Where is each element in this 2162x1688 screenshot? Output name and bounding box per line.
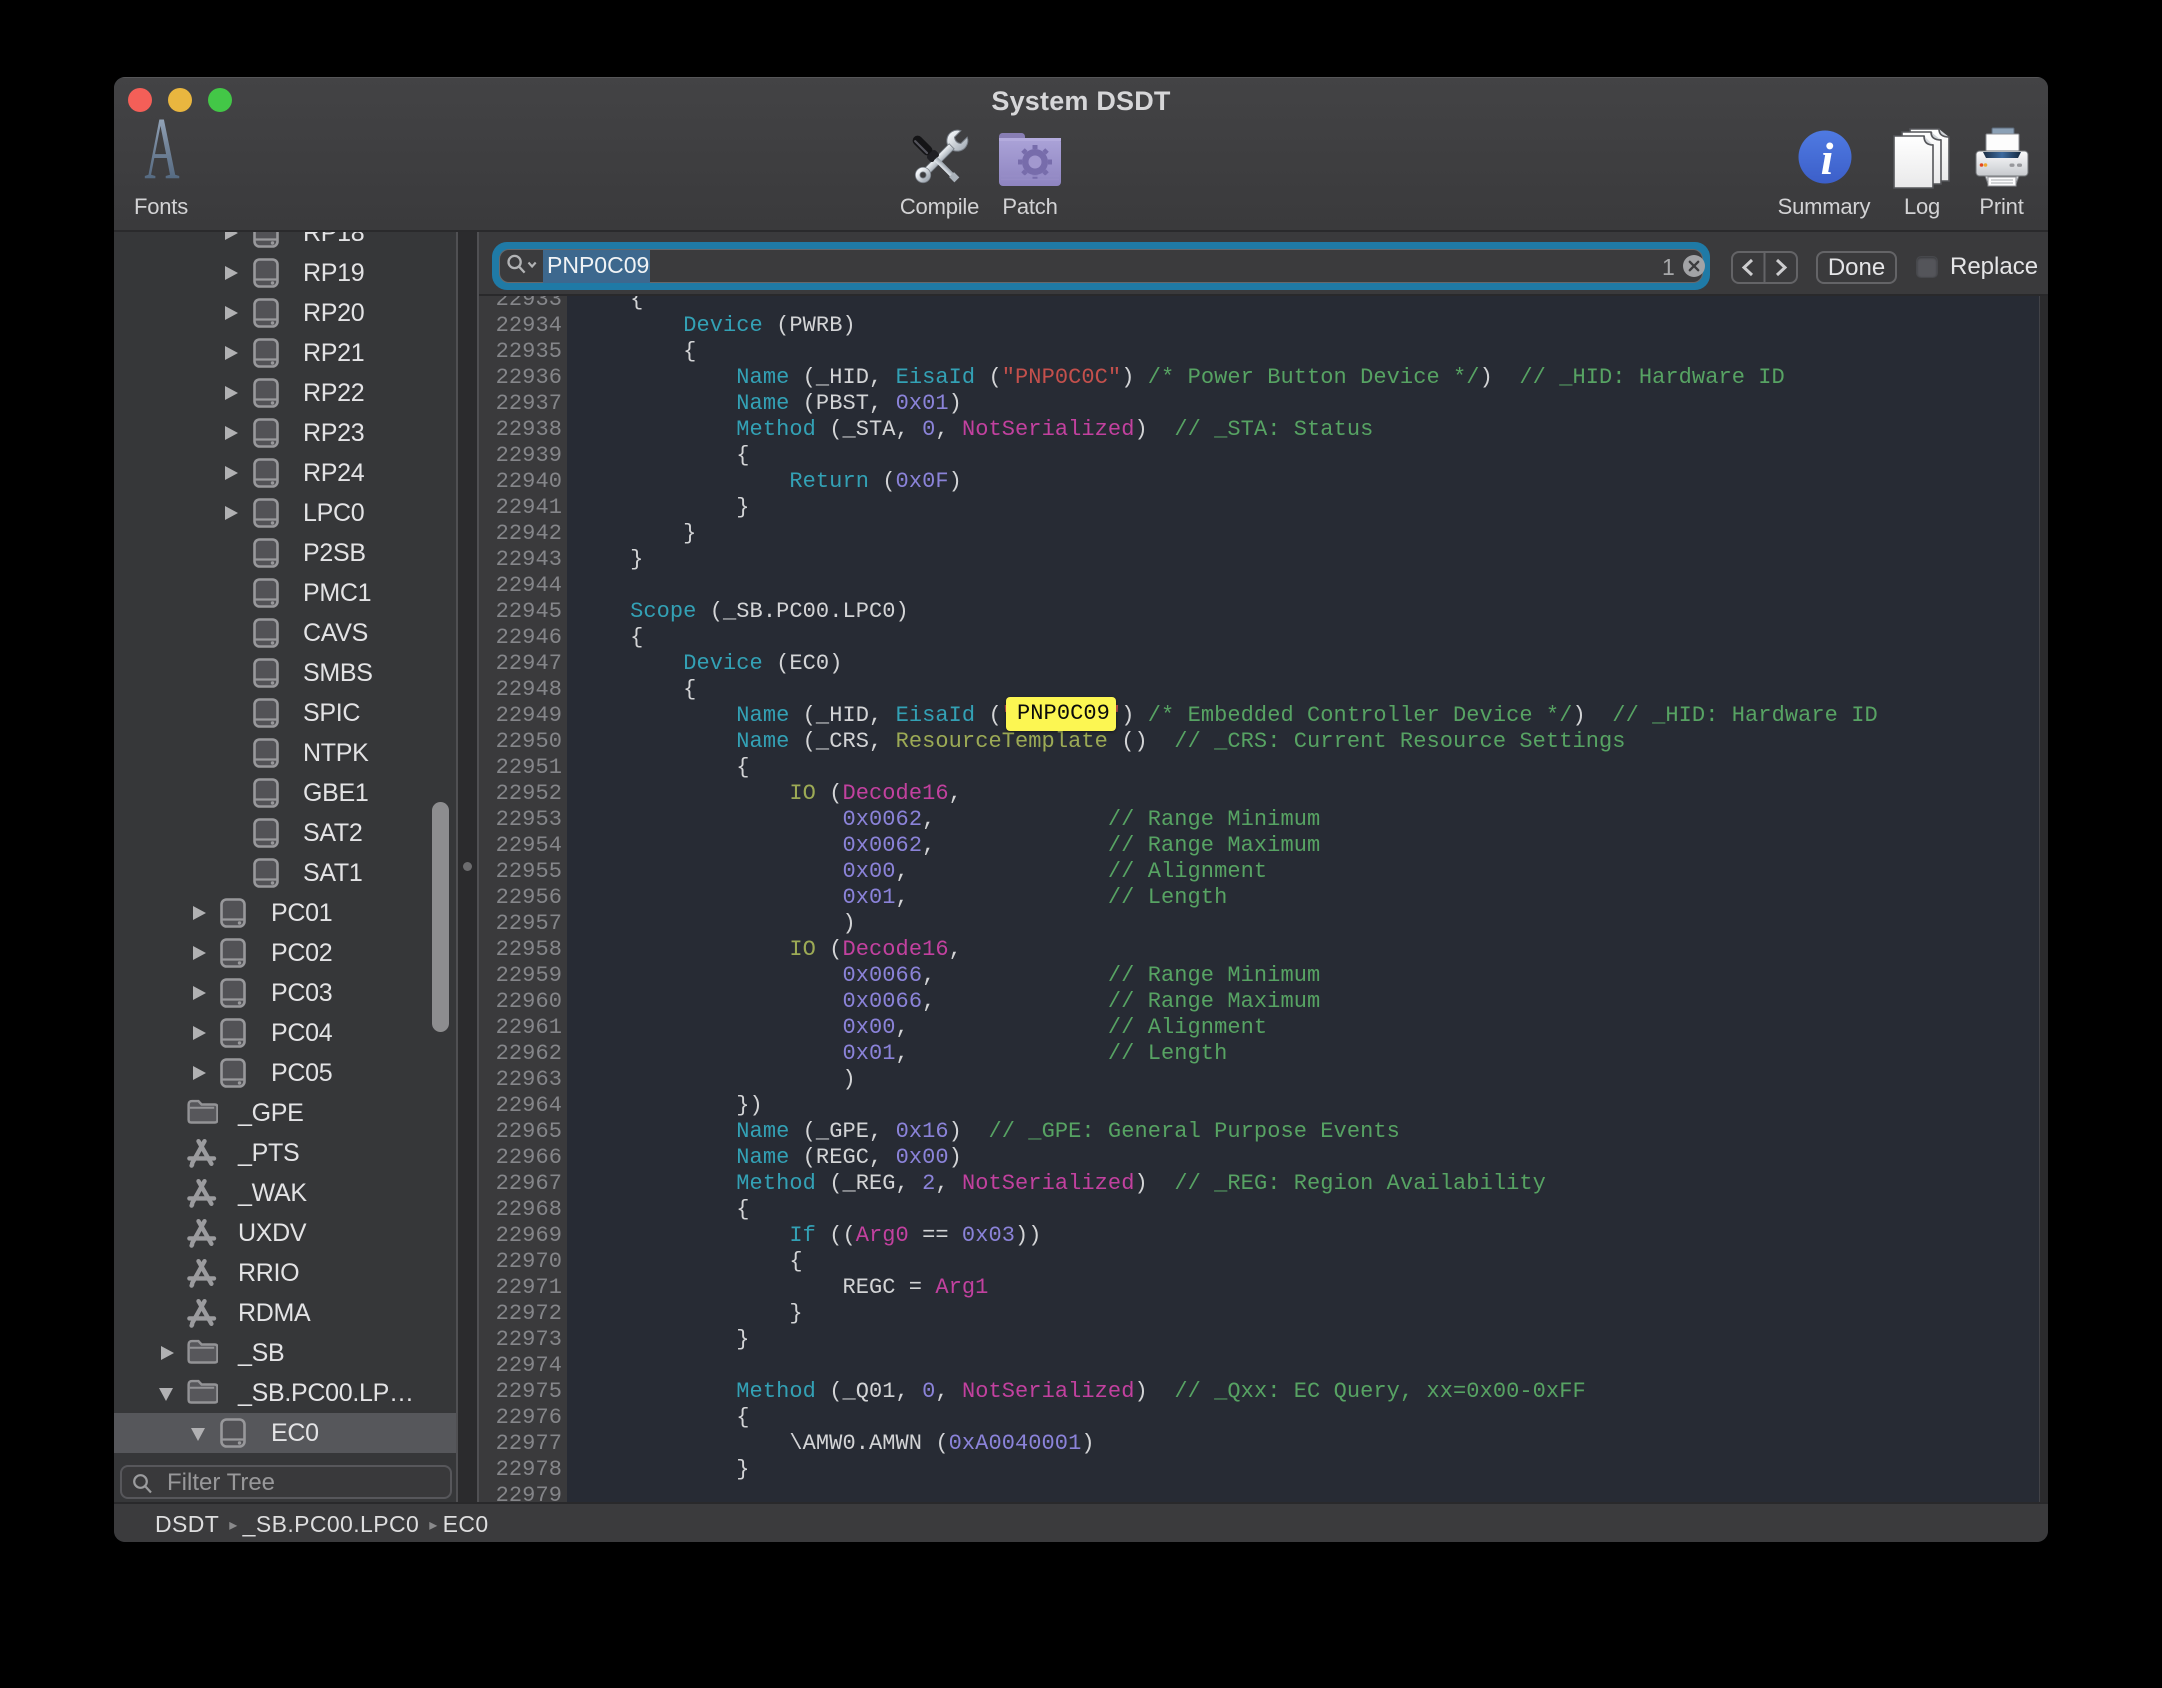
svg-text:A: A	[144, 114, 179, 184]
svg-text:i: i	[1821, 133, 1834, 184]
